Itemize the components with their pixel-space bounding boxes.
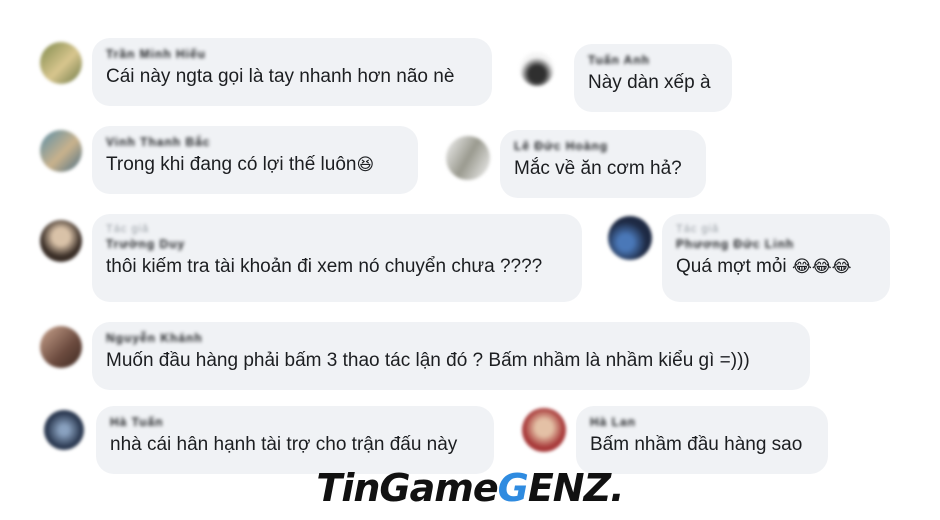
avatar[interactable] [40, 220, 82, 262]
tears-of-joy-emoji-icon: 😂😂😂 [791, 257, 852, 276]
commenter-name[interactable]: Hà Lan [590, 414, 814, 430]
reply-indicator: Tác giả [106, 223, 150, 235]
avatar[interactable] [44, 410, 84, 450]
site-watermark-logo: TinGameGENZ. [0, 466, 940, 516]
avatar[interactable] [446, 136, 490, 180]
comment-bubble: Tác giả Trường Duy thôi kiếm tra tài kho… [92, 214, 582, 302]
commenter-name[interactable]: Trần Minh Hiếu [106, 46, 478, 62]
comment-bubble: Hà Lan Bấm nhầm đầu hàng sao [576, 406, 828, 474]
commenter-name[interactable]: Lê Đức Hoàng [514, 138, 692, 154]
comment-bubble: Nguyễn Khánh Muốn đầu hàng phải bấm 3 th… [92, 322, 810, 390]
avatar[interactable] [40, 42, 82, 84]
comment-bubble: Tác giả Phương Đức Linh Quá mợt mỏi 😂😂😂 [662, 214, 890, 302]
comment-text: thôi kiếm tra tài khoản đi xem nó chuyển… [106, 256, 543, 277]
comment-text: nhà cái hân hạnh tài trợ cho trận đấu nà… [110, 434, 458, 455]
commenter-name[interactable]: Hà Tuấn [110, 414, 480, 430]
comment-text: Này dàn xếp à [588, 72, 711, 93]
comment-bubble: Trần Minh Hiếu Cái này ngta gọi là tay n… [92, 38, 492, 106]
avatar[interactable] [40, 326, 82, 368]
laughing-emoji-icon: 😆 [356, 155, 375, 174]
commenter-name[interactable]: Tuấn Anh [588, 52, 718, 68]
reply-indicator: Tác giả [676, 223, 720, 235]
comment-text: Trong khi đang có lợi thế luôn😆 [106, 152, 404, 178]
comment-text: Muốn đầu hàng phải bấm 3 thao tác lận đó… [106, 350, 750, 371]
commenter-name[interactable]: Nguyễn Khánh [106, 330, 796, 346]
comment-bubble: Hà Tuấn nhà cái hân hạnh tài trợ cho trậ… [96, 406, 494, 474]
comment-text: Cái này ngta gọi là tay nhanh hơn não nè [106, 66, 455, 87]
comment-text: Bấm nhầm đầu hàng sao [590, 434, 803, 455]
comment-text-body: Trong khi đang có lợi thế luôn [106, 154, 357, 175]
watermark-prefix: TinGame [316, 466, 498, 510]
comment-text-body: Quá mợt mỏi [676, 256, 787, 277]
commenter-name[interactable]: Vinh Thanh Bắc [106, 134, 404, 150]
avatar[interactable] [522, 408, 566, 452]
watermark-accent: G [497, 466, 529, 510]
comment-bubble: Vinh Thanh Bắc Trong khi đang có lợi thế… [92, 126, 418, 194]
commenter-name[interactable]: Phương Đức Linh [676, 236, 876, 252]
avatar[interactable] [40, 130, 82, 172]
comment-text: Quá mợt mỏi 😂😂😂 [676, 254, 876, 280]
comment-bubble: Lê Đức Hoàng Mắc về ăn cơm hả? [500, 130, 706, 198]
avatar[interactable] [520, 52, 554, 86]
avatar[interactable] [608, 216, 652, 260]
watermark-suffix: ENZ. [527, 466, 625, 510]
commenter-name[interactable]: Trường Duy [106, 236, 568, 252]
comment-text: Mắc về ăn cơm hả? [514, 158, 682, 179]
comment-bubble: Tuấn Anh Này dàn xếp à [574, 44, 732, 112]
